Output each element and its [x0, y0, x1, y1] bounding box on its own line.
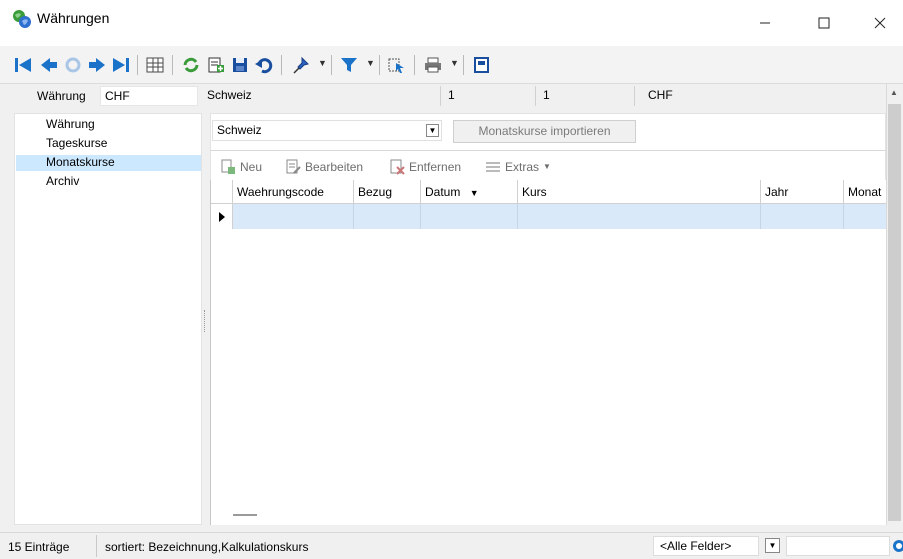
close-button[interactable] — [857, 0, 903, 46]
new-row-cell-monat[interactable] — [844, 204, 887, 229]
nav-item-monatskurse[interactable]: Monatskurse — [16, 155, 201, 171]
last-record-icon[interactable] — [110, 54, 132, 76]
save-icon[interactable] — [229, 54, 251, 76]
column-header-kurs[interactable]: Kurs — [518, 180, 761, 204]
maximize-button[interactable] — [801, 0, 847, 46]
country-select-value: Schweiz — [217, 123, 262, 137]
currency-code-field[interactable]: CHF — [100, 86, 198, 106]
column-header-waehrungscode[interactable]: Waehrungscode — [233, 180, 354, 204]
status-bar: 15 Einträge sortiert: Bezeichnung,Kalkul… — [0, 532, 903, 559]
chevron-down-icon[interactable]: ▼ — [765, 538, 780, 553]
window-title: Währungen — [37, 10, 110, 26]
print-dropdown-icon[interactable]: ▼ — [450, 58, 459, 68]
new-button[interactable]: Neu — [220, 158, 262, 176]
currency-label: Währung — [37, 89, 86, 103]
search-input[interactable] — [786, 536, 890, 556]
new-row-cell-jahr[interactable] — [761, 204, 844, 229]
vertical-scroll-thumb[interactable] — [888, 104, 901, 521]
new-record-icon[interactable] — [205, 54, 227, 76]
next-record-icon[interactable] — [86, 54, 108, 76]
chevron-down-icon: ▼ — [543, 162, 551, 171]
new-row-cell-kurs[interactable] — [518, 204, 761, 229]
filter-dropdown-icon[interactable]: ▼ — [366, 58, 375, 68]
column-header-bezug[interactable]: Bezug — [354, 180, 421, 204]
pin-dropdown-icon[interactable]: ▼ — [318, 58, 327, 68]
record-count: 15 Einträge — [8, 540, 70, 554]
exit-icon[interactable] — [471, 54, 493, 76]
new-icon — [221, 159, 235, 174]
column-header-monat[interactable]: Monat — [844, 180, 887, 204]
new-row-cell-datum[interactable] — [421, 204, 518, 229]
minimize-button[interactable] — [742, 0, 788, 46]
factor-field-1: 1 — [444, 86, 536, 106]
nav-item-waehrung[interactable]: Währung — [16, 117, 201, 133]
sort-info: sortiert: Bezeichnung,Kalkulationskurs — [105, 540, 309, 554]
filter-icon[interactable] — [338, 54, 360, 76]
factor-field-2: 1 — [539, 86, 635, 106]
horizontal-scroll-handle[interactable] — [233, 514, 257, 516]
row-header-corner — [211, 180, 233, 204]
scroll-up-icon[interactable]: ▲ — [890, 88, 898, 97]
edit-button[interactable]: Bearbeiten — [285, 158, 363, 176]
first-record-icon[interactable] — [12, 54, 34, 76]
current-row-icon — [218, 211, 225, 222]
currency-app-icon — [12, 9, 32, 29]
column-header-datum[interactable]: Datum ▼ — [421, 180, 518, 204]
code-display: CHF — [644, 86, 744, 106]
print-icon[interactable] — [422, 54, 444, 76]
select-cursor-icon[interactable] — [386, 54, 408, 76]
new-row-cell-waehrungscode[interactable] — [233, 204, 354, 229]
menu-icon — [486, 162, 500, 172]
sort-descending-icon: ▼ — [469, 188, 479, 198]
reload-icon[interactable] — [180, 54, 202, 76]
splitter-handle[interactable] — [204, 310, 206, 332]
country-field: Schweiz — [203, 86, 441, 106]
navigation-list: Währung Tageskurse Monatskurse Archiv — [14, 113, 202, 525]
import-monthly-rates-button[interactable]: Monatskurse importieren — [453, 120, 636, 143]
remove-button[interactable]: Entfernen — [389, 158, 461, 176]
search-icon[interactable] — [892, 539, 903, 553]
main-toolbar: ▼ ▼ ▼ — [0, 46, 903, 84]
country-select[interactable]: Schweiz ▼ — [212, 120, 442, 141]
previous-record-icon[interactable] — [38, 54, 60, 76]
table-view-icon[interactable] — [144, 54, 166, 76]
nav-item-tageskurse[interactable]: Tageskurse — [16, 136, 201, 152]
monthly-rates-grid: Waehrungscode Bezug Datum ▼ Kurs Jahr Mo… — [210, 180, 887, 525]
column-header-jahr[interactable]: Jahr — [761, 180, 844, 204]
filter-field-select[interactable]: <Alle Felder> — [653, 536, 759, 556]
remove-icon — [390, 159, 405, 175]
extras-button[interactable]: Extras ▼ — [485, 158, 551, 176]
new-row-cell-bezug[interactable] — [354, 204, 421, 229]
edit-icon — [286, 159, 301, 174]
row-indicator[interactable] — [211, 204, 233, 229]
refresh-disabled-icon[interactable] — [62, 54, 84, 76]
pin-icon[interactable] — [290, 54, 312, 76]
undo-icon[interactable] — [253, 54, 275, 76]
chevron-down-icon[interactable]: ▼ — [426, 124, 439, 137]
nav-item-archiv[interactable]: Archiv — [16, 174, 201, 190]
title-bar: Währungen — [0, 0, 903, 46]
